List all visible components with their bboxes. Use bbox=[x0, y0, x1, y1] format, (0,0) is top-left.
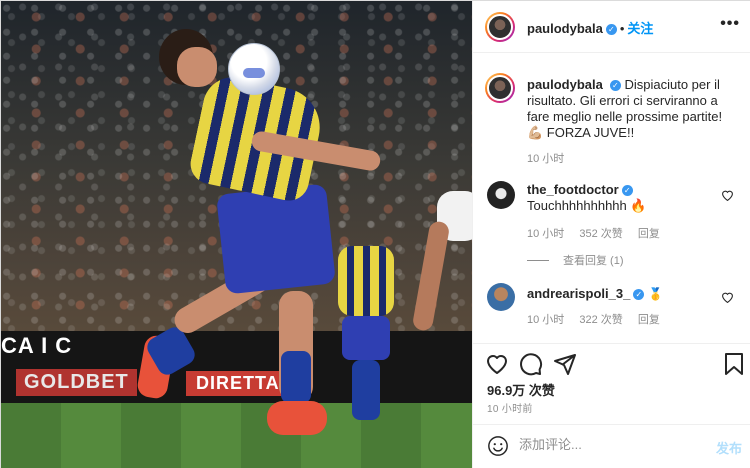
view-replies-label[interactable]: 查看回复 (1) bbox=[563, 255, 624, 267]
pitch-grass bbox=[1, 403, 472, 468]
paper-plane-icon[interactable] bbox=[553, 352, 577, 376]
comment-likes[interactable]: 352 次赞 bbox=[579, 228, 622, 240]
comment-meta: 10 小时 322 次赞 回复 bbox=[527, 311, 672, 327]
verified-badge-icon: ✓ bbox=[609, 80, 621, 91]
verified-badge-icon: ✓ bbox=[605, 24, 617, 35]
author-avatar[interactable] bbox=[485, 12, 515, 42]
caption-meta: 10 小时 bbox=[527, 150, 576, 166]
heart-icon[interactable] bbox=[485, 352, 509, 376]
commenter-avatar[interactable] bbox=[487, 283, 515, 311]
comment-username[interactable]: andrearispoli_3_ bbox=[527, 286, 630, 301]
background-player bbox=[334, 246, 396, 426]
separator-dot: • bbox=[619, 21, 625, 36]
post-caption: paulodybala ✓ Dispiaciuto per il risultat… bbox=[527, 77, 737, 141]
caption-avatar[interactable] bbox=[485, 73, 515, 103]
comment-user-row: andrearispoli_3_ ✓ 🥇 bbox=[527, 286, 663, 301]
post-comment-button[interactable]: 发布 bbox=[716, 438, 742, 457]
advertising-board: CA I C GOLDBET DIRETTA bbox=[1, 331, 472, 403]
smiley-icon[interactable] bbox=[487, 435, 509, 457]
bookmark-icon[interactable] bbox=[722, 352, 746, 376]
view-replies-button[interactable]: 查看回复 (1) bbox=[527, 252, 624, 268]
like-count[interactable]: 96.9万 次赞 bbox=[487, 380, 555, 399]
post-side-panel: paulodybala ✓ • 关注 ••• paulodybala ✓ Dispiac… bbox=[472, 1, 750, 468]
comment-likes[interactable]: 322 次赞 bbox=[579, 314, 622, 326]
follow-button[interactable]: 关注 bbox=[627, 21, 653, 36]
ad-text: CA I C bbox=[1, 333, 73, 358]
more-options-icon[interactable]: ••• bbox=[720, 15, 740, 33]
commenter-avatar[interactable] bbox=[487, 181, 515, 209]
replies-divider bbox=[527, 260, 549, 261]
comment-username[interactable]: the_footdoctor bbox=[527, 182, 619, 197]
post-photo[interactable]: CA I C GOLDBET DIRETTA bbox=[1, 1, 472, 468]
post-header: paulodybala ✓ • 关注 ••• bbox=[473, 1, 750, 53]
comment-reply-button[interactable]: 回复 bbox=[638, 314, 660, 326]
ad-text: DIRETTA bbox=[186, 371, 290, 396]
comment-meta: 10 小时 352 次赞 回复 bbox=[527, 225, 672, 241]
comment-user-row: the_footdoctor ✓ bbox=[527, 182, 633, 197]
comment-input[interactable] bbox=[519, 437, 699, 452]
verified-badge-icon: ✓ bbox=[633, 289, 645, 300]
comment-time[interactable]: 10 小时 bbox=[527, 314, 564, 326]
post-timestamp[interactable]: 10 小时前 bbox=[487, 400, 533, 415]
header-user-row: paulodybala ✓ • 关注 bbox=[527, 18, 653, 37]
add-comment-bar: 发布 bbox=[473, 424, 750, 466]
author-username[interactable]: paulodybala bbox=[527, 21, 603, 36]
comment-reply-button[interactable]: 回复 bbox=[638, 228, 660, 240]
post-modal: CA I C GOLDBET DIRETTA paulodybala ✓ • 关… bbox=[0, 0, 750, 468]
ad-text: GOLDBET bbox=[16, 369, 137, 396]
opponent-player bbox=[411, 191, 472, 341]
football bbox=[228, 43, 280, 95]
comment-like-heart-icon[interactable] bbox=[721, 189, 734, 201]
caption-username[interactable]: paulodybala bbox=[527, 77, 603, 92]
caption-time[interactable]: 10 小时 bbox=[527, 153, 564, 165]
verified-badge-icon: ✓ bbox=[621, 185, 633, 196]
comment-like-heart-icon[interactable] bbox=[721, 291, 734, 303]
comment-icon[interactable] bbox=[519, 352, 543, 376]
comment-text: Touchhhhhhhhhh 🔥 bbox=[527, 198, 647, 213]
post-actions: 96.9万 次赞 10 小时前 发布 bbox=[473, 343, 750, 465]
comments-list[interactable]: paulodybala ✓ Dispiaciuto per il risultat… bbox=[473, 53, 750, 343]
comment-time[interactable]: 10 小时 bbox=[527, 228, 564, 240]
comment-emoji: 🥇 bbox=[647, 287, 663, 301]
